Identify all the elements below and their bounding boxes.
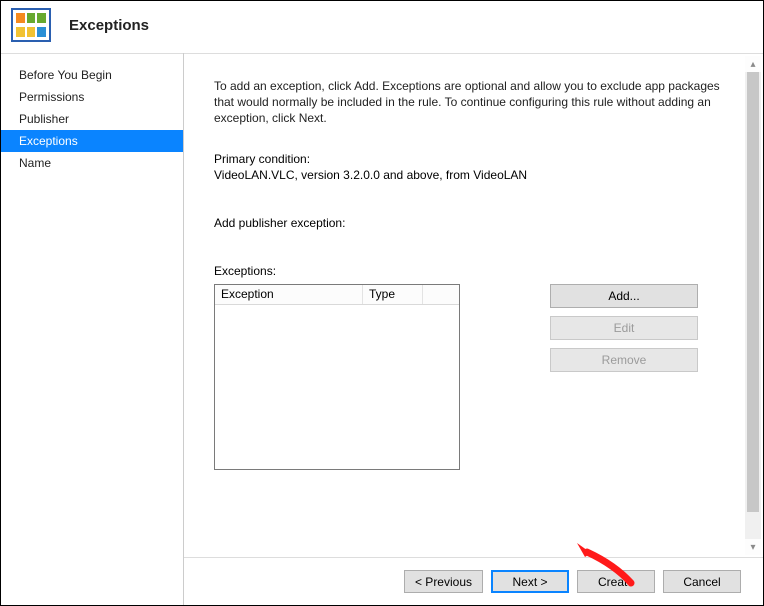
sidebar-item-permissions[interactable]: Permissions [1, 86, 183, 108]
header: Exceptions [1, 1, 763, 53]
scrollbar-thumb[interactable] [747, 72, 759, 512]
scroll-down-icon[interactable]: ▾ [745, 539, 761, 555]
previous-button[interactable]: < Previous [404, 570, 483, 593]
add-publisher-exception-label: Add publisher exception: [214, 216, 729, 230]
wizard-window: Exceptions Before You Begin Permissions … [0, 0, 764, 606]
add-button[interactable]: Add... [550, 284, 698, 308]
column-header-spacer [423, 285, 459, 304]
exceptions-list-header: Exception Type [215, 285, 459, 305]
column-header-exception[interactable]: Exception [215, 285, 363, 304]
page-title: Exceptions [69, 17, 149, 34]
intro-text: To add an exception, click Add. Exceptio… [214, 78, 729, 126]
sidebar-item-publisher[interactable]: Publisher [1, 108, 183, 130]
exceptions-listbox[interactable]: Exception Type [214, 284, 460, 470]
cancel-button[interactable]: Cancel [663, 570, 741, 593]
next-button[interactable]: Next > [491, 570, 569, 593]
scroll-up-icon[interactable]: ▴ [745, 56, 761, 72]
sidebar: Before You Begin Permissions Publisher E… [1, 53, 183, 605]
primary-condition-label: Primary condition: [214, 152, 729, 166]
primary-condition-value: VideoLAN.VLC, version 3.2.0.0 and above,… [214, 168, 729, 182]
vertical-scrollbar[interactable]: ▴ ▾ [745, 56, 761, 555]
column-header-type[interactable]: Type [363, 285, 423, 304]
edit-button: Edit [550, 316, 698, 340]
content-pane: To add an exception, click Add. Exceptio… [184, 54, 763, 557]
app-icon [11, 8, 51, 42]
sidebar-item-exceptions[interactable]: Exceptions [1, 130, 183, 152]
sidebar-item-before-you-begin[interactable]: Before You Begin [1, 64, 183, 86]
sidebar-item-name[interactable]: Name [1, 152, 183, 174]
create-button[interactable]: Create [577, 570, 655, 593]
exceptions-label: Exceptions: [214, 264, 729, 278]
remove-button: Remove [550, 348, 698, 372]
footer: < Previous Next > Create Cancel [184, 557, 763, 605]
